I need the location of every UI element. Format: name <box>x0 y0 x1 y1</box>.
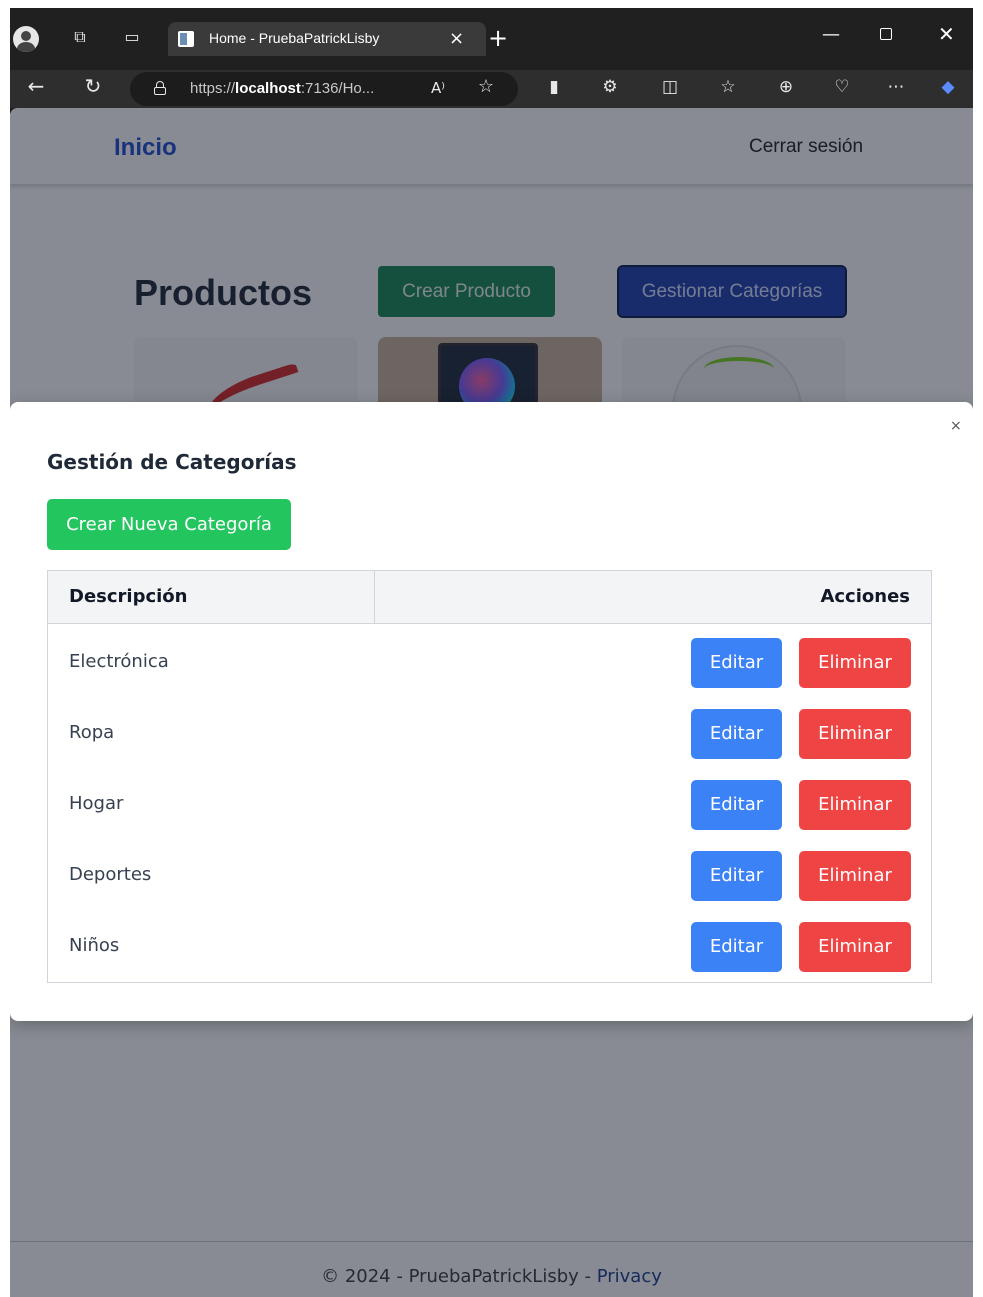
read-aloud-icon[interactable]: A⁾ <box>426 78 450 102</box>
active-tab[interactable]: Home - PruebaPatrickLisby × <box>168 22 486 56</box>
category-description: Ropa <box>69 722 115 743</box>
minimize-icon[interactable]: — <box>822 24 840 45</box>
profile-avatar-icon[interactable] <box>13 26 39 52</box>
category-description: Deportes <box>69 864 152 885</box>
page-viewport: Inicio Cerrar sesión Productos Crear Pro… <box>10 108 973 1297</box>
new-tab-icon[interactable]: + <box>488 26 508 50</box>
more-options-icon[interactable]: ⋯ <box>884 77 908 101</box>
category-description: Electrónica <box>69 651 169 672</box>
address-bar[interactable]: https://localhost:7136/Ho... A⁾ ☆ <box>130 72 518 106</box>
browser-essentials-icon[interactable]: ♡ <box>830 77 854 101</box>
browser-window: ⧉ ▭ Home - PruebaPatrickLisby × + — ✕ ← … <box>10 8 973 1297</box>
tab-actions-icon[interactable]: ▭ <box>120 27 144 51</box>
window-close-icon[interactable]: ✕ <box>938 22 955 46</box>
copilot-icon[interactable]: ◆ <box>936 77 960 101</box>
lock-icon[interactable] <box>154 81 166 95</box>
workspaces-icon[interactable]: ⧉ <box>68 27 92 51</box>
table-row: Deportes Editar Eliminar <box>48 840 931 911</box>
extensions-icon[interactable]: ⚙ <box>598 77 622 101</box>
delete-button[interactable]: Eliminar <box>799 709 911 759</box>
url-text[interactable]: https://localhost:7136/Ho... <box>190 80 374 97</box>
table-row: Hogar Editar Eliminar <box>48 769 931 840</box>
delete-button[interactable]: Eliminar <box>799 780 911 830</box>
favorites-icon[interactable]: ☆ <box>716 77 740 101</box>
category-description: Hogar <box>69 793 124 814</box>
edit-button[interactable]: Editar <box>691 780 782 830</box>
tab-close-icon[interactable]: × <box>449 28 464 49</box>
delete-button[interactable]: Eliminar <box>799 922 911 972</box>
edit-button[interactable]: Editar <box>691 638 782 688</box>
create-category-button[interactable]: Crear Nueva Categoría <box>47 499 291 550</box>
column-header-actions: Acciones <box>820 586 910 607</box>
favorite-star-icon[interactable]: ☆ <box>474 77 498 101</box>
table-row: Niños Editar Eliminar <box>48 911 931 982</box>
edit-button[interactable]: Editar <box>691 709 782 759</box>
edit-button[interactable]: Editar <box>691 851 782 901</box>
category-management-modal: × Gestión de Categorías Crear Nueva Cate… <box>10 402 973 1021</box>
table-header: Descripción Acciones <box>48 571 931 624</box>
refresh-icon[interactable]: ↻ <box>81 76 105 100</box>
categories-table: Descripción Acciones Electrónica Editar … <box>47 570 932 983</box>
split-screen-icon[interactable]: ◫ <box>658 77 682 101</box>
tab-title: Home - PruebaPatrickLisby <box>209 30 380 46</box>
close-icon[interactable]: × <box>950 418 962 434</box>
category-description: Niños <box>69 935 120 956</box>
collections-icon[interactable]: ⊕ <box>774 77 798 101</box>
toolbar: ← ↻ https://localhost:7136/Ho... A⁾ ☆ ▮ … <box>10 70 973 108</box>
phone-icon[interactable]: ▮ <box>542 77 566 101</box>
delete-button[interactable]: Eliminar <box>799 851 911 901</box>
table-row: Electrónica Editar Eliminar <box>48 627 931 698</box>
maximize-icon[interactable] <box>880 28 892 40</box>
delete-button[interactable]: Eliminar <box>799 638 911 688</box>
modal-title: Gestión de Categorías <box>47 450 297 474</box>
back-arrow-icon[interactable]: ← <box>24 76 48 100</box>
tab-strip: ⧉ ▭ Home - PruebaPatrickLisby × + — ✕ <box>10 8 973 70</box>
edit-button[interactable]: Editar <box>691 922 782 972</box>
column-header-description: Descripción <box>48 571 375 623</box>
page-favicon-icon <box>178 31 194 47</box>
table-row: Ropa Editar Eliminar <box>48 698 931 769</box>
